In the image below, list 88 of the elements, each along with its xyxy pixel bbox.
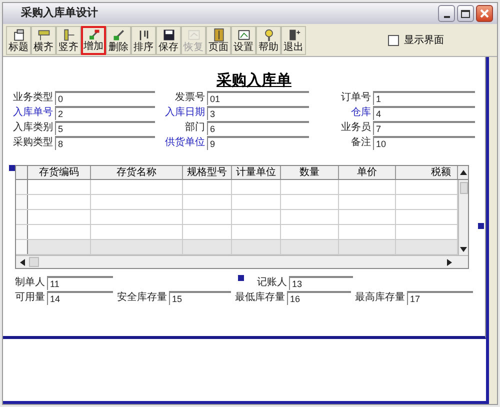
- form-title: 采购入库单: [216, 71, 292, 89]
- input-field[interactable]: 8: [55, 136, 155, 150]
- book-icon: [212, 28, 226, 42]
- toolbar-button[interactable]: 横齐: [31, 26, 56, 54]
- field-label: 备注: [350, 136, 372, 150]
- toolbar-button[interactable]: 保存: [156, 26, 181, 54]
- vertical-bar-icon: [62, 28, 76, 42]
- column-header[interactable]: 存货名称: [91, 166, 183, 179]
- field-label: 入库日期: [164, 106, 206, 120]
- scroll-thumb[interactable]: [460, 182, 468, 194]
- input-field[interactable]: 01: [207, 91, 309, 105]
- input-field[interactable]: 5: [55, 121, 155, 135]
- input-field[interactable]: 10: [373, 136, 475, 150]
- horizontal-bar-icon: [36, 28, 50, 42]
- input-field[interactable]: 7: [373, 121, 475, 135]
- add-icon: [86, 28, 100, 40]
- close-button[interactable]: [476, 5, 493, 22]
- field-label: 业务类型: [12, 91, 54, 105]
- field-label: 最低库存量: [234, 291, 286, 305]
- field-label: 入库单号: [12, 106, 54, 120]
- field-label: 最高库存量: [354, 291, 406, 305]
- toolbar-button[interactable]: 竖齐: [56, 26, 81, 54]
- field-label: 采购类型: [12, 136, 54, 150]
- toolbar-button[interactable]: 标题: [6, 26, 31, 54]
- input-field[interactable]: 3: [207, 106, 309, 120]
- field-label: 仓库: [350, 106, 372, 120]
- column-header[interactable]: 存货编码: [28, 166, 91, 179]
- title-icon: [12, 28, 26, 42]
- input-field[interactable]: 11: [47, 276, 113, 290]
- field-label: 记账人: [256, 276, 288, 290]
- row-header-cell[interactable]: [16, 210, 28, 224]
- horizontal-scrollbar[interactable]: [16, 255, 468, 268]
- input-field[interactable]: 9: [207, 136, 309, 150]
- toolbar-button[interactable]: 帮助: [256, 26, 281, 54]
- toolbar-button[interactable]: 删除: [106, 26, 131, 54]
- row-header-cell[interactable]: [16, 240, 28, 254]
- column-header[interactable]: 规格型号: [183, 166, 232, 179]
- field-label: 发票号: [174, 91, 206, 105]
- handle-icon[interactable]: [9, 165, 15, 171]
- minimize-button[interactable]: [438, 5, 455, 22]
- handle-icon[interactable]: [478, 223, 484, 229]
- column-header[interactable]: 数量: [281, 166, 339, 179]
- pencil-icon: [112, 28, 126, 42]
- handle-icon[interactable]: [238, 275, 244, 281]
- field-label: 安全库存量: [116, 291, 168, 305]
- field-label: 可用量: [14, 291, 46, 305]
- exit-icon: [286, 28, 300, 42]
- field-label: 制单人: [14, 276, 46, 290]
- input-field[interactable]: 17: [407, 291, 473, 305]
- column-header[interactable]: 计量单位: [232, 166, 281, 179]
- scroll-thumb[interactable]: [29, 257, 39, 267]
- input-field[interactable]: 13: [289, 276, 353, 290]
- close-icon: [480, 9, 489, 18]
- input-field[interactable]: 1: [373, 91, 475, 105]
- input-field[interactable]: 2: [55, 106, 155, 120]
- field-label: 供货单位: [164, 136, 206, 150]
- input-field[interactable]: 14: [47, 291, 113, 305]
- field-label: 部门: [184, 121, 206, 135]
- checkbox-label: 显示界面: [404, 34, 444, 48]
- field-label: 业务员: [340, 121, 372, 135]
- input-field[interactable]: 15: [169, 291, 231, 305]
- input-field[interactable]: 16: [287, 291, 351, 305]
- vertical-scrollbar[interactable]: [458, 180, 468, 255]
- column-header[interactable]: 税额: [396, 166, 458, 179]
- scroll-left-icon[interactable]: [19, 258, 26, 266]
- toolbar-button[interactable]: 设置: [231, 26, 256, 54]
- input-field[interactable]: 0: [55, 91, 155, 105]
- save-icon: [162, 28, 176, 42]
- input-field[interactable]: 6: [207, 121, 309, 135]
- field-label: 入库类别: [12, 121, 54, 135]
- picture-frame-icon: [186, 28, 200, 42]
- toolbar-button[interactable]: 退出: [281, 26, 306, 54]
- toolbar-button[interactable]: 增加: [81, 26, 106, 54]
- window-title: 采购入库单设计: [20, 6, 98, 22]
- scroll-right-icon[interactable]: [446, 258, 453, 266]
- toolbar-button[interactable]: 页面: [206, 26, 231, 54]
- chart-icon: [236, 28, 250, 42]
- row-header-cell[interactable]: [16, 225, 28, 239]
- checkbox[interactable]: [388, 34, 399, 46]
- scroll-down-icon[interactable]: [460, 246, 467, 253]
- input-field[interactable]: 4: [373, 106, 475, 120]
- row-header-cell[interactable]: [16, 180, 28, 194]
- toolbar-button[interactable]: 排序: [131, 26, 156, 54]
- row-header-cell[interactable]: [16, 195, 28, 209]
- maximize-button[interactable]: [457, 5, 474, 22]
- field-label: 订单号: [340, 91, 372, 105]
- scroll-up-icon[interactable]: [460, 169, 466, 176]
- column-header[interactable]: 单价: [339, 166, 396, 179]
